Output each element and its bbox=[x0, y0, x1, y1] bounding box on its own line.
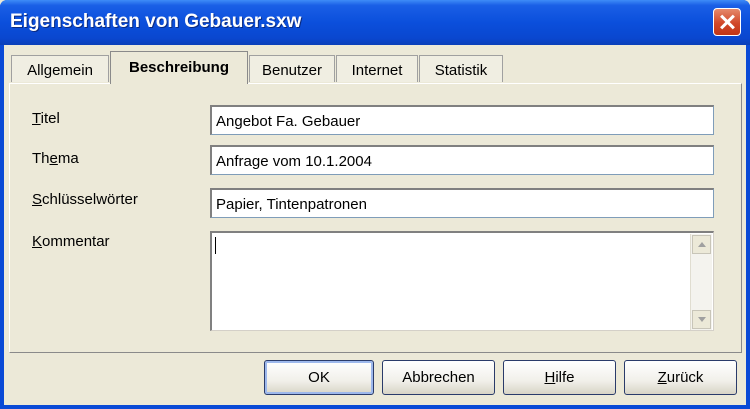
tab-internet[interactable]: Internet bbox=[336, 55, 418, 82]
tab-statistik[interactable]: Statistik bbox=[419, 55, 503, 82]
kommentar-textarea[interactable] bbox=[210, 231, 714, 331]
title-bar[interactable]: Eigenschaften von Gebauer.sxw bbox=[0, 0, 750, 45]
kommentar-scrollbar[interactable] bbox=[690, 234, 712, 330]
tab-benutzer[interactable]: Benutzer bbox=[249, 55, 335, 82]
schluesselwoerter-field[interactable]: Papier, Tintenpatronen bbox=[210, 188, 714, 218]
thema-label: Thema bbox=[32, 150, 79, 167]
properties-dialog: Eigenschaften von Gebauer.sxw Allgemein … bbox=[0, 0, 750, 409]
ok-button[interactable]: OK bbox=[264, 360, 374, 395]
close-icon[interactable] bbox=[713, 8, 741, 36]
titel-field[interactable]: Angebot Fa. Gebauer bbox=[210, 105, 714, 135]
text-caret bbox=[215, 237, 216, 254]
kommentar-label: Kommentar bbox=[32, 233, 110, 250]
schluesselwoerter-label: Schlüsselwörter bbox=[32, 191, 138, 208]
scroll-down-icon[interactable] bbox=[692, 310, 711, 329]
window-title: Eigenschaften von Gebauer.sxw bbox=[10, 11, 302, 32]
tab-beschreibung[interactable]: Beschreibung bbox=[110, 51, 248, 84]
dialog-body: Allgemein Beschreibung Benutzer Internet… bbox=[4, 45, 746, 405]
thema-field[interactable]: Anfrage vom 10.1.2004 bbox=[210, 145, 714, 175]
zurueck-button[interactable]: Zurück bbox=[624, 360, 737, 395]
hilfe-button[interactable]: Hilfe bbox=[503, 360, 616, 395]
tab-allgemein[interactable]: Allgemein bbox=[11, 55, 109, 82]
abbrechen-button[interactable]: Abbrechen bbox=[382, 360, 495, 395]
scroll-up-icon[interactable] bbox=[692, 235, 711, 254]
titel-label: Titel bbox=[32, 110, 60, 127]
